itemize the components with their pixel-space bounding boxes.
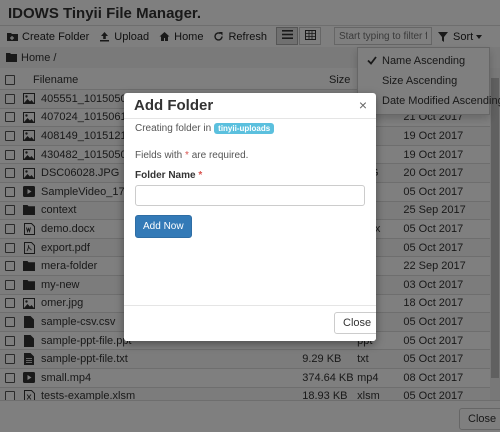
required-star: * [198,170,203,181]
required-pre: Fields with [135,150,183,161]
required-post: are required. [191,150,249,161]
modal-header: Add Folder × [124,93,376,119]
close-icon[interactable]: × [359,97,367,113]
target-folder-badge: tinyii-uploads [214,122,275,134]
required-star: * [185,150,189,161]
folder-name-input[interactable] [135,185,365,206]
modal-body: Creating folder in tinyii-uploads Fields… [124,119,376,238]
folder-name-label: Folder Name * [135,170,365,181]
modal-title: Add Folder [134,97,214,114]
creating-text: Creating folder in [135,122,212,134]
add-now-button[interactable]: Add Now [135,215,192,238]
required-note: Fields with * are required. [135,150,365,161]
creating-folder-note: Creating folder in tinyii-uploads [135,121,365,135]
modal-footer: Close [124,305,376,341]
modal-close-button[interactable]: Close [334,312,376,334]
add-folder-dialog: Add Folder × Creating folder in tinyii-u… [124,93,376,341]
folder-name-label-text: Folder Name [135,170,196,181]
